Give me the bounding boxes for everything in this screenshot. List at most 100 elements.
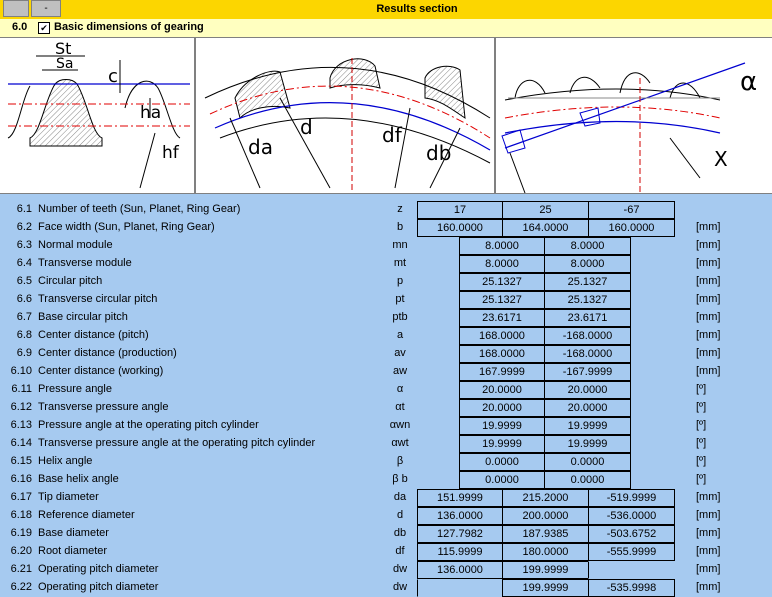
table-row: 6.17 Tip diameter da 151.9999 215.2000 -519.9… bbox=[0, 489, 772, 507]
value-1-cell[interactable]: 0.0000 bbox=[459, 453, 545, 471]
row-number: 6.1 bbox=[16, 203, 32, 215]
row-symbol: p bbox=[396, 275, 404, 287]
sun-value-cell[interactable]: 151.9999 bbox=[417, 489, 503, 507]
value-2-cell[interactable]: 25.1327 bbox=[544, 291, 631, 309]
row-unit: [mm] bbox=[696, 545, 721, 557]
row-symbol: ptb bbox=[392, 311, 408, 323]
value-1-cell[interactable]: 0.0000 bbox=[459, 471, 545, 489]
value-2-cell[interactable]: 0.0000 bbox=[544, 471, 631, 489]
row-number: 6.18 bbox=[10, 509, 32, 521]
gear-diameters-figure: da d df db bbox=[204, 38, 496, 193]
ha-label: ha bbox=[140, 103, 161, 123]
section-checkbox[interactable]: ✔ bbox=[38, 22, 50, 34]
value-2-cell[interactable]: -168.0000 bbox=[544, 327, 631, 345]
row-unit: [mm] bbox=[696, 329, 721, 341]
value-2-cell[interactable]: -167.9999 bbox=[544, 363, 631, 381]
sun-value-cell[interactable]: 136.0000 bbox=[417, 507, 503, 525]
value-2-cell[interactable]: 20.0000 bbox=[544, 399, 631, 417]
planet-value-cell[interactable]: 187.9385 bbox=[502, 525, 589, 543]
row-number: 6.9 bbox=[16, 347, 32, 359]
row-label: Circular pitch bbox=[38, 275, 103, 287]
value-2-cell[interactable]: 8.0000 bbox=[544, 237, 631, 255]
value-1-cell[interactable]: 19.9999 bbox=[459, 417, 545, 435]
ring-value-cell[interactable] bbox=[588, 561, 675, 579]
value-1-cell[interactable]: 20.0000 bbox=[459, 381, 545, 399]
table-row: 6.18 Reference diameter d 136.0000 200.0000-… bbox=[0, 507, 772, 525]
row-label: Tip diameter bbox=[38, 491, 99, 503]
row-number: 6.21 bbox=[10, 563, 32, 575]
row-unit: [mm] bbox=[696, 257, 721, 269]
collapse-button[interactable]: - bbox=[31, 0, 61, 17]
value-1-cell[interactable]: 167.9999 bbox=[459, 363, 545, 381]
value-1-cell[interactable]: 8.0000 bbox=[459, 255, 545, 273]
sun-value-cell[interactable]: 136.0000 bbox=[417, 561, 503, 579]
value-1-cell[interactable]: 19.9999 bbox=[459, 435, 545, 453]
header-blank-button[interactable] bbox=[3, 0, 29, 17]
value-1-cell[interactable]: 168.0000 bbox=[459, 327, 545, 345]
row-symbol: β bbox=[396, 455, 404, 467]
planet-value-cell[interactable]: 164.0000 bbox=[502, 219, 589, 237]
row-unit: [º] bbox=[696, 473, 707, 485]
alpha-label: α bbox=[740, 67, 757, 97]
row-unit: [mm] bbox=[696, 581, 721, 593]
value-1-cell[interactable]: 20.0000 bbox=[459, 399, 545, 417]
value-2-cell[interactable]: 0.0000 bbox=[544, 453, 631, 471]
row-number: 6.19 bbox=[10, 527, 32, 539]
ring-value-cell[interactable]: -555.9999 bbox=[588, 543, 675, 561]
value-2-cell[interactable]: 25.1327 bbox=[544, 273, 631, 291]
table-row: 6.14 Transverse pressure angle at the ope… bbox=[0, 435, 772, 453]
value-1-cell[interactable]: 25.1327 bbox=[459, 273, 545, 291]
row-number: 6.5 bbox=[16, 275, 32, 287]
planet-value-cell[interactable]: 180.0000 bbox=[502, 543, 589, 561]
sun-value-cell[interactable]: 17 bbox=[417, 201, 503, 219]
row-symbol: α bbox=[396, 383, 404, 395]
row-number: 6.6 bbox=[16, 293, 32, 305]
row-unit: [mm] bbox=[696, 221, 721, 233]
row-label: Transverse module bbox=[38, 257, 132, 269]
value-1-cell[interactable]: 168.0000 bbox=[459, 345, 545, 363]
ring-value-cell[interactable]: 160.0000 bbox=[588, 219, 675, 237]
row-number: 6.3 bbox=[16, 239, 32, 251]
sun-value-cell[interactable]: 115.9999 bbox=[417, 543, 503, 561]
table-row: 6.10 Center distance (working) aw 167.9999-… bbox=[0, 363, 772, 381]
row-unit: [º] bbox=[696, 455, 707, 467]
row-unit: [mm] bbox=[696, 275, 721, 287]
value-2-cell[interactable]: -168.0000 bbox=[544, 345, 631, 363]
sun-value-cell[interactable] bbox=[417, 579, 503, 597]
row-unit: [mm] bbox=[696, 311, 721, 323]
row-unit: [mm] bbox=[696, 239, 721, 251]
planet-value-cell[interactable]: 199.9999 bbox=[502, 579, 589, 597]
planet-value-cell[interactable]: 25 bbox=[502, 201, 589, 219]
value-2-cell[interactable]: 20.0000 bbox=[544, 381, 631, 399]
value-2-cell[interactable]: 8.0000 bbox=[544, 255, 631, 273]
row-symbol: αwn bbox=[389, 419, 411, 431]
row-label: Base helix angle bbox=[38, 473, 119, 485]
ring-value-cell[interactable]: -519.9999 bbox=[588, 489, 675, 507]
planet-value-cell[interactable]: 200.0000 bbox=[502, 507, 589, 525]
sun-value-cell[interactable]: 160.0000 bbox=[417, 219, 503, 237]
sun-value-cell[interactable]: 127.7982 bbox=[417, 525, 503, 543]
row-number: 6.11 bbox=[11, 383, 32, 395]
row-number: 6.10 bbox=[10, 365, 32, 377]
row-label: Center distance (production) bbox=[38, 347, 177, 359]
row-symbol: αwt bbox=[391, 437, 409, 449]
table-row: 6.13 Pressure angle at the operating pitc… bbox=[0, 417, 772, 435]
row-symbol: a bbox=[396, 329, 404, 341]
row-symbol: pt bbox=[395, 293, 405, 305]
ring-value-cell[interactable]: -535.9998 bbox=[588, 579, 675, 597]
d-label: d bbox=[300, 115, 313, 139]
ring-value-cell[interactable]: -536.0000 bbox=[588, 507, 675, 525]
planet-value-cell[interactable]: 199.9999 bbox=[502, 561, 589, 579]
row-number: 6.12 bbox=[10, 401, 32, 413]
ring-value-cell[interactable]: -67 bbox=[588, 201, 675, 219]
value-2-cell[interactable]: 19.9999 bbox=[544, 435, 631, 453]
value-1-cell[interactable]: 8.0000 bbox=[459, 237, 545, 255]
hf-label: hf bbox=[162, 143, 180, 163]
value-1-cell[interactable]: 23.6171 bbox=[459, 309, 545, 327]
ring-value-cell[interactable]: -503.6752 bbox=[588, 525, 675, 543]
value-2-cell[interactable]: 19.9999 bbox=[544, 417, 631, 435]
planet-value-cell[interactable]: 215.2000 bbox=[502, 489, 589, 507]
value-1-cell[interactable]: 25.1327 bbox=[459, 291, 545, 309]
value-2-cell[interactable]: 23.6171 bbox=[544, 309, 631, 327]
x-label: X bbox=[714, 147, 728, 171]
